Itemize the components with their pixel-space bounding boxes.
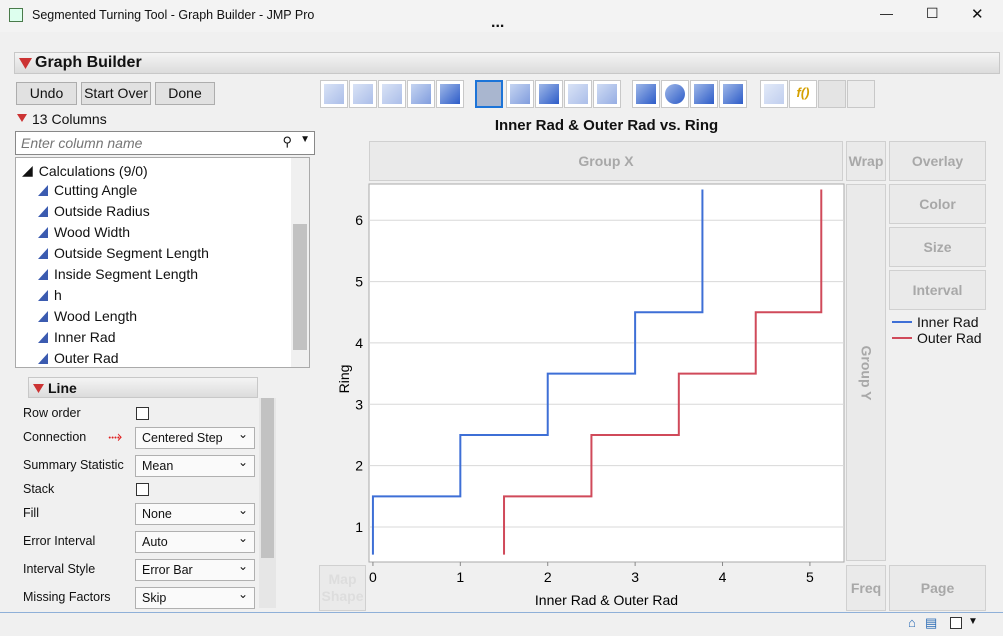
x-tick-label: 5 [806,569,814,585]
x-tick-label: 1 [456,569,464,585]
x-tick-label: 3 [631,569,639,585]
chart: 1 2 3 4 5 6 0 1 2 3 4 5 Ring Inner Rad & Outer Rad [336,183,845,608]
y-tick-label: 6 [355,212,363,228]
y-tick-label: 4 [355,335,363,351]
y-axis-label: Ring [336,365,352,394]
y-tick-label: 1 [355,519,363,535]
x-axis-label: Inner Rad & Outer Rad [535,592,678,608]
x-tick-label: 0 [369,569,377,585]
status-bar: ⌂ ▤ ▼ [0,612,1003,636]
x-tick-label: 4 [719,569,727,585]
y-tick-label: 3 [355,396,363,412]
layout-dropdown-icon[interactable]: ▼ [968,616,978,627]
home-icon[interactable]: ⌂ [908,615,916,630]
y-tick-label: 5 [355,274,363,290]
window-list-icon[interactable]: ▤ [925,615,937,631]
x-tick-label: 2 [544,569,552,585]
layout-checkbox[interactable] [950,617,962,629]
y-tick-label: 2 [355,458,363,474]
